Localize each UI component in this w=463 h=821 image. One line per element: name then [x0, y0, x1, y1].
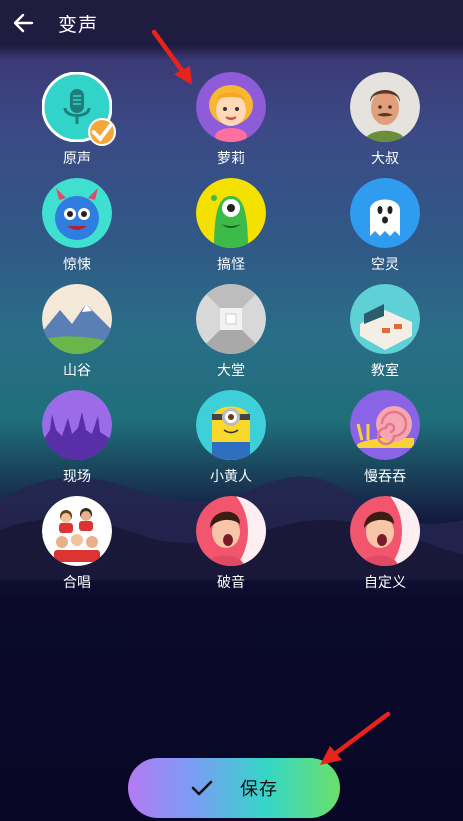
voice-label: 山谷 — [63, 363, 91, 379]
voice-avatar — [350, 390, 420, 460]
checkmark-icon — [91, 123, 113, 142]
voice-item-chorus[interactable]: 合唱 — [0, 496, 154, 591]
voice-label: 自定义 — [364, 575, 406, 591]
voice-label: 惊悚 — [63, 257, 91, 273]
back-button[interactable] — [0, 0, 46, 46]
voice-label: 萝莉 — [217, 151, 245, 167]
voice-item-custom[interactable]: 自定义 — [308, 496, 462, 591]
monster-icon — [42, 178, 112, 248]
voice-avatar — [42, 178, 112, 248]
checkmark-icon — [191, 780, 213, 796]
voice-avatar — [196, 72, 266, 142]
voice-avatar — [350, 284, 420, 354]
voice-avatar — [196, 496, 266, 566]
voice-avatar — [196, 284, 266, 354]
custom-singer-icon — [350, 496, 420, 566]
ghost-icon — [350, 178, 420, 248]
uncle-icon — [350, 72, 420, 142]
voice-avatar — [196, 390, 266, 460]
voice-label: 大叔 — [371, 151, 399, 167]
voice-item-funny[interactable]: 搞怪 — [154, 178, 308, 273]
voice-label: 大堂 — [217, 363, 245, 379]
singer-icon — [196, 496, 266, 566]
voice-label: 小黄人 — [210, 469, 252, 485]
voice-label: 现场 — [63, 469, 91, 485]
voice-item-hall[interactable]: 大堂 — [154, 284, 308, 379]
save-button[interactable]: 保存 — [128, 758, 340, 818]
voice-label: 破音 — [217, 575, 245, 591]
voice-avatar — [42, 390, 112, 460]
voice-item-slow[interactable]: 慢吞吞 — [308, 390, 462, 485]
save-button-label: 保存 — [240, 779, 278, 800]
voice-item-uncle[interactable]: 大叔 — [308, 72, 462, 167]
voice-avatar — [42, 496, 112, 566]
voice-label: 教室 — [371, 363, 399, 379]
voice-item-minion[interactable]: 小黄人 — [154, 390, 308, 485]
voice-avatar — [42, 284, 112, 354]
voice-avatar — [42, 72, 116, 146]
voice-label: 慢吞吞 — [364, 469, 406, 485]
top-bar: 变声 — [0, 0, 463, 46]
red-arrow-icon — [320, 711, 391, 765]
voice-label: 合唱 — [63, 575, 91, 591]
arrow-left-icon — [13, 13, 34, 33]
voice-item-valley[interactable]: 山谷 — [0, 284, 154, 379]
choir-icon — [42, 496, 112, 566]
voice-avatar — [350, 496, 420, 566]
selected-check-badge — [88, 118, 116, 146]
voice-label: 搞怪 — [217, 257, 245, 273]
mountain-icon — [42, 284, 112, 354]
voice-item-original[interactable]: 原声 — [0, 72, 154, 167]
snail-icon — [350, 390, 420, 460]
voice-label: 空灵 — [371, 257, 399, 273]
girl-icon — [196, 72, 266, 142]
concert-icon — [42, 390, 112, 460]
voice-item-cracked[interactable]: 破音 — [154, 496, 308, 591]
voice-avatar — [196, 178, 266, 248]
hall-icon — [196, 284, 266, 354]
voice-item-ethereal[interactable]: 空灵 — [308, 178, 462, 273]
voice-grid: 原声 萝莉 大叔 惊悚 搞怪 空灵 山谷 大堂 教室 现场 小黄人 慢吞吞 合唱… — [0, 72, 463, 591]
page-title: 变声 — [58, 13, 99, 36]
red-arrow-icon — [151, 29, 192, 85]
classroom-icon — [350, 284, 420, 354]
voice-avatar — [350, 72, 420, 142]
voice-item-classroom[interactable]: 教室 — [308, 284, 462, 379]
minion-icon — [196, 390, 266, 460]
alien-icon — [196, 178, 266, 248]
voice-item-thriller[interactable]: 惊悚 — [0, 178, 154, 273]
voice-avatar — [350, 178, 420, 248]
voice-item-live[interactable]: 现场 — [0, 390, 154, 485]
voice-label: 原声 — [63, 151, 91, 167]
